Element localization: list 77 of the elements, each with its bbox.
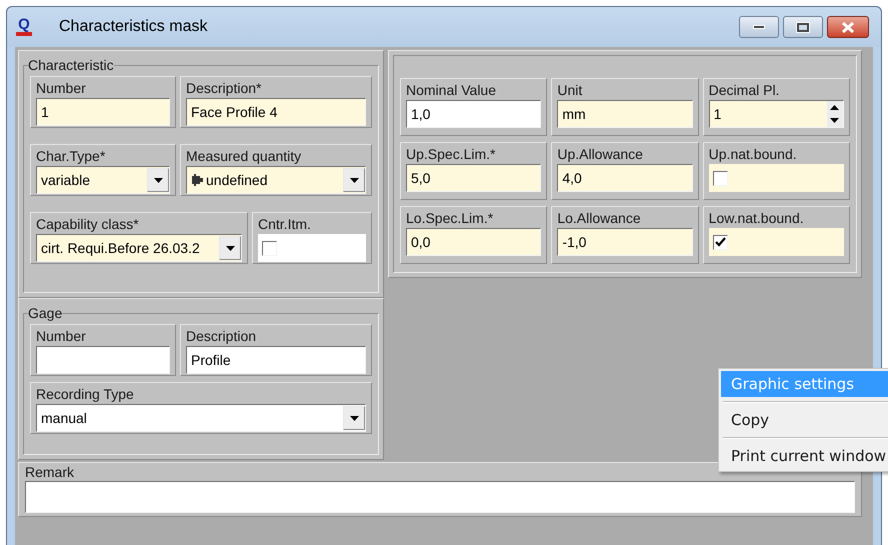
checkbox[interactable]	[712, 234, 728, 250]
text-field[interactable]: -1,0	[557, 228, 693, 256]
field-label: Decimal Pl.	[708, 81, 780, 99]
field-label: Up.nat.bound.	[708, 145, 798, 163]
field-value: 1,0	[411, 104, 430, 124]
text-field[interactable]: 0,0	[406, 228, 542, 256]
checkbox[interactable]	[712, 170, 728, 186]
dropdown-button[interactable]	[343, 406, 365, 430]
dropdown-field[interactable]: manual	[36, 404, 366, 432]
field-label: Nominal Value	[406, 81, 498, 99]
text-field[interactable]: 1	[36, 98, 170, 126]
text-field[interactable]: 4,0	[557, 164, 693, 192]
checkbox[interactable]	[262, 240, 277, 256]
field-value: cirt. Requi.Before 26.03.2	[41, 238, 201, 258]
field-value: 5,0	[411, 168, 430, 188]
remark-field[interactable]	[25, 481, 855, 513]
dropdown-button[interactable]	[219, 236, 241, 260]
dropdown-button[interactable]	[147, 168, 169, 192]
field-label: Remark	[25, 463, 76, 481]
dropdown-field[interactable]: cirt. Requi.Before 26.03.2	[36, 234, 242, 262]
dropdown-button[interactable]	[343, 168, 365, 192]
field-value: 4,0	[562, 168, 582, 188]
field-label: Low.nat.bound.	[708, 209, 805, 227]
field-value: 0,0	[411, 232, 430, 252]
field-label: Description*	[186, 79, 262, 97]
field-label: Number	[36, 79, 87, 97]
caret-icon	[154, 178, 162, 182]
field-label: Measured quantity	[186, 147, 302, 165]
field-label: Lo.Spec.Lim.*	[406, 209, 494, 227]
close-button[interactable]	[827, 16, 869, 38]
group-title: Gage	[28, 304, 62, 323]
text-field[interactable]: 5,0	[406, 164, 542, 192]
restore-icon	[797, 22, 809, 32]
spin-down-button[interactable]	[830, 118, 840, 123]
minimize-icon	[753, 25, 765, 29]
field-value: 1	[41, 102, 49, 122]
field-value: undefined	[206, 170, 269, 190]
caret-icon	[226, 246, 234, 250]
field-value: 1	[714, 104, 722, 124]
field-label: Up.Allowance	[557, 145, 644, 163]
down-arrow-icon	[830, 118, 840, 123]
spin-up-button[interactable]	[830, 105, 840, 110]
field-label: Unit	[557, 81, 584, 99]
text-field[interactable]	[36, 346, 170, 374]
field-label: Up.Spec.Lim.*	[406, 145, 496, 163]
menu-item[interactable]: Copy	[721, 407, 888, 433]
close-icon	[841, 22, 855, 32]
field-label: Lo.Allowance	[557, 209, 642, 227]
field-value: Profile	[191, 350, 231, 370]
field-value: manual	[41, 408, 88, 428]
group-title: Characteristic	[28, 56, 114, 75]
text-field[interactable]: Face Profile 4	[186, 98, 366, 126]
spinner-field[interactable]: 1	[708, 100, 844, 128]
field-value: variable	[41, 170, 92, 190]
menu-item[interactable]: Print current window	[721, 443, 888, 469]
field-label: Recording Type	[36, 385, 135, 403]
field-value: -1,0	[562, 232, 586, 252]
field-label: Description	[186, 327, 258, 345]
field-value: mm	[562, 104, 586, 124]
field-value: Face Profile 4	[191, 102, 278, 122]
field-label: Char.Type*	[36, 147, 106, 165]
field-label: Number	[36, 327, 87, 345]
window-title: Characteristics mask	[59, 17, 208, 37]
text-field[interactable]: mm	[557, 100, 693, 128]
text-field[interactable]: Profile	[186, 346, 366, 374]
app-logo: Q	[15, 18, 33, 36]
field-label: Capability class*	[36, 215, 140, 233]
dropdown-field[interactable]: undefined	[186, 166, 366, 194]
text-field[interactable]: 1,0	[406, 100, 542, 128]
check-icon	[714, 237, 726, 247]
dropdown-field[interactable]: variable	[36, 166, 170, 194]
caret-icon	[350, 416, 358, 420]
minimize-button[interactable]	[739, 16, 779, 38]
up-arrow-icon	[830, 105, 840, 110]
maximize-button[interactable]	[783, 16, 823, 38]
caret-icon	[350, 178, 358, 182]
field-label: Cntr.Itm.	[258, 215, 312, 233]
